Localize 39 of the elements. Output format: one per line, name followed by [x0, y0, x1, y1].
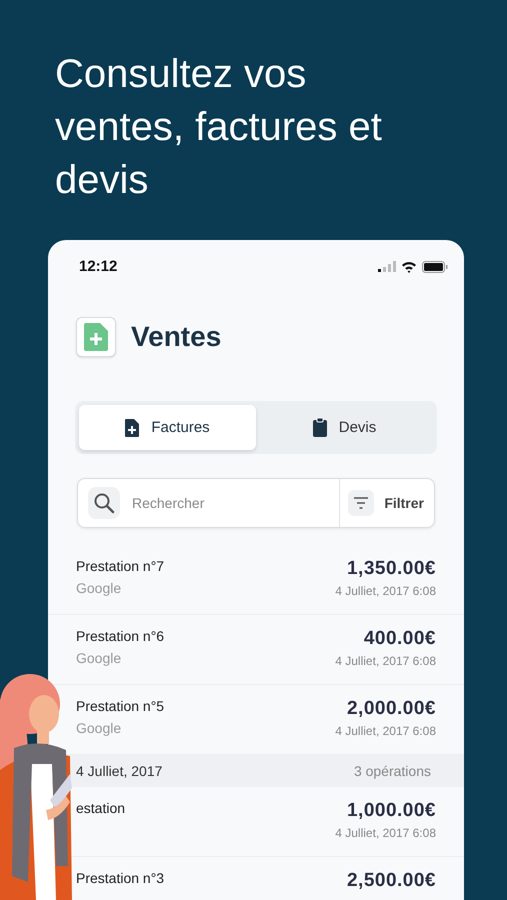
invoice-title: Prestation n°3 [76, 870, 164, 886]
invoice-add-icon [125, 418, 140, 436]
client-name: Google [76, 720, 122, 736]
battery-icon [422, 260, 448, 272]
invoice-amount: 1,350.00€ [346, 558, 436, 580]
status-time: 12:12 [79, 258, 118, 275]
operation-count: 3 opérations [354, 763, 431, 779]
filter-icon [348, 490, 374, 516]
tab[interactable]: Factures [79, 405, 256, 450]
headline: Consultez vos ventes, factures et devis [54, 51, 383, 204]
section-date: 4 Julliet, 2017 [76, 763, 162, 779]
invoice-row[interactable]: estation 1,000.00€ 4 Julliet, 2017 6:08 [76, 787, 436, 856]
client-name: Google [76, 650, 122, 666]
search-field[interactable]: Rechercher [130, 494, 314, 512]
invoice-date: 4 Julliet, 2017 6:08 [335, 826, 436, 840]
invoice-date: 4 Julliet, 2017 6:08 [335, 724, 436, 738]
invoice-title: Prestation n°5 [76, 698, 164, 714]
invoice-add-icon [76, 317, 116, 357]
invoice-amount: 1,000.00€ [346, 800, 436, 822]
invoice-title: Prestation n°6 [76, 628, 164, 644]
invoice-row[interactable]: Prestation n°5 Google 2,000.00€ 4 Julliet, 2017 6:08 [76, 685, 436, 754]
invoice-date: 4 Julliet, 2017 6:08 [335, 584, 436, 598]
invoice-title: Prestation n°7 [76, 558, 164, 574]
invoice-row[interactable]: Prestation n°3 2,500.00€ [76, 857, 436, 900]
filter-button[interactable]: Filtrer [340, 479, 434, 527]
client-name: Google [76, 580, 122, 596]
invoice-row[interactable]: Prestation n°7 Google 1,350.00€ 4 Julliet, 2017 6:08 [76, 545, 436, 614]
tab[interactable]: Devis [256, 405, 433, 450]
search-icon [88, 487, 120, 519]
invoice-amount: 400.00€ [364, 628, 436, 650]
invoice-amount: 2,500.00€ [346, 870, 436, 892]
signal-icon [378, 261, 396, 272]
invoice-amount: 2,000.00€ [346, 698, 436, 720]
clipboard-icon [312, 418, 327, 437]
page-title: Ventes [131, 321, 222, 353]
invoice-date: 4 Julliet, 2017 6:08 [335, 654, 436, 668]
wifi-icon [401, 260, 417, 272]
invoice-row[interactable]: Prestation n°6 Google 400.00€ 4 Julliet, 2017 6:08 [76, 615, 436, 684]
invoice-title: estation [76, 800, 126, 816]
